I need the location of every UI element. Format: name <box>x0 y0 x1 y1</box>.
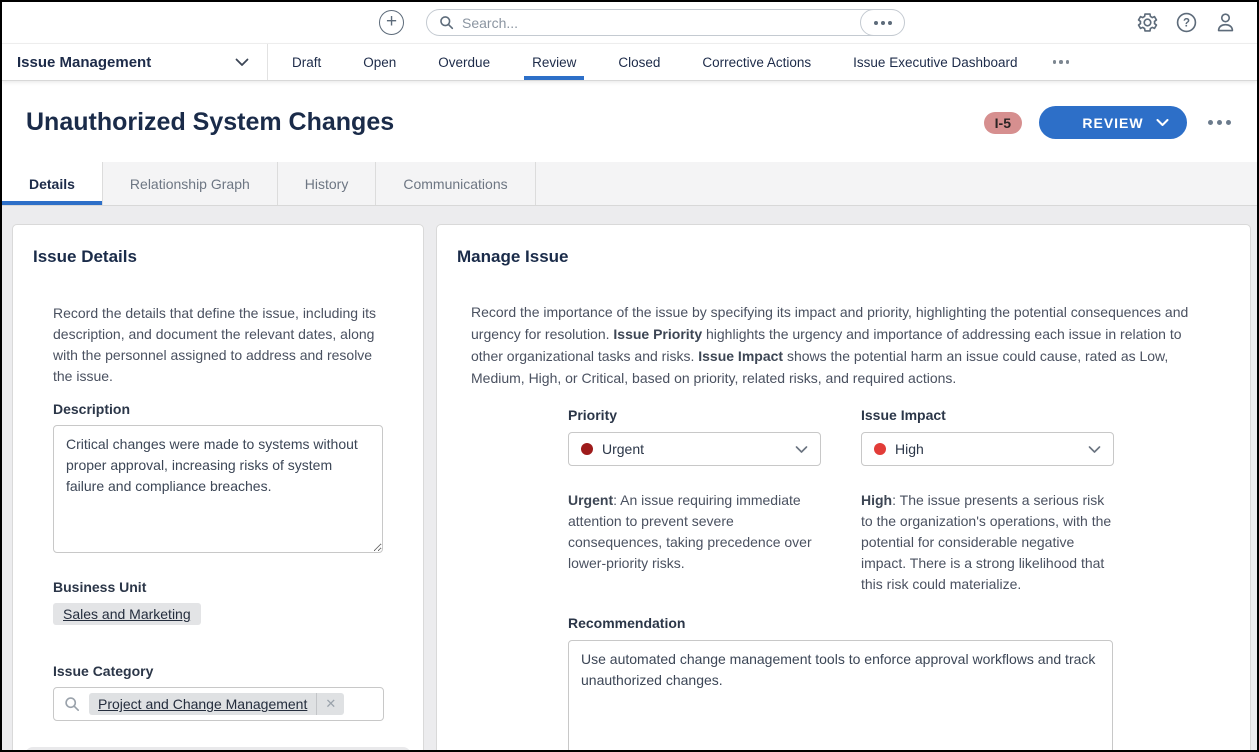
issue-details-intro: Record the details that define the issue… <box>53 305 376 384</box>
nav-tab-corrective-actions[interactable]: Corrective Actions <box>681 44 832 80</box>
app-switcher[interactable]: Issue Management <box>2 44 268 80</box>
issue-category-tag-label[interactable]: Project and Change Management <box>89 693 316 715</box>
priority-help-text: Urgent: An issue requiring immediate att… <box>568 490 821 574</box>
user-account-icon[interactable] <box>1213 10 1237 34</box>
issue-category-tag: Project and Change Management ✕ <box>89 693 345 715</box>
search-icon <box>65 697 79 711</box>
recommendation-label: Recommendation <box>568 615 686 631</box>
svg-text:?: ? <box>1182 17 1189 29</box>
app-name: Issue Management <box>17 53 152 71</box>
top-bar: + ? <box>2 2 1257 43</box>
nav-tab-open[interactable]: Open <box>342 44 417 80</box>
manage-issue-card: Manage Issue Record the importance of th… <box>436 224 1251 750</box>
chevron-down-icon <box>1088 446 1101 453</box>
issue-details-title: Issue Details <box>33 247 137 266</box>
chevron-down-icon <box>795 446 808 453</box>
workflow-state-label: REVIEW <box>1082 114 1144 131</box>
recommendation-textarea[interactable]: Use automated change management tools to… <box>568 640 1113 750</box>
business-unit-label: Business Unit <box>53 579 147 595</box>
help-icon[interactable]: ? <box>1174 10 1198 34</box>
priority-label: Priority <box>568 407 618 423</box>
global-search[interactable] <box>426 9 904 36</box>
nav-tab-draft[interactable]: Draft <box>271 44 342 80</box>
nav-tab-issue-executive-dashboard[interactable]: Issue Executive Dashboard <box>832 44 1038 80</box>
app-nav-bar: Issue Management Draft Open Overdue Revi… <box>2 43 1257 81</box>
description-textarea[interactable]: Critical changes were made to systems wi… <box>53 425 383 553</box>
chevron-down-icon <box>1156 119 1169 126</box>
app-window: + ? <box>0 0 1259 752</box>
nav-tab-closed[interactable]: Closed <box>597 44 681 80</box>
priority-value: Urgent <box>602 441 645 457</box>
remove-tag-icon[interactable]: ✕ <box>316 693 344 715</box>
tab-relationship-graph[interactable]: Relationship Graph <box>103 162 278 205</box>
settings-gear-icon[interactable] <box>1135 10 1159 34</box>
issue-category-label: Issue Category <box>53 663 154 679</box>
search-icon <box>440 16 454 30</box>
topbar-icon-group: ? <box>1135 10 1237 34</box>
business-unit-tag[interactable]: Sales and Marketing <box>53 603 201 625</box>
manage-issue-title: Manage Issue <box>457 247 569 266</box>
description-label: Description <box>53 401 131 417</box>
impact-high-dot-icon <box>874 443 886 455</box>
intro-bold-issue-priority: Issue Priority <box>613 326 703 342</box>
page-header: Unauthorized System Changes I-5 REVIEW <box>2 82 1257 162</box>
detail-tabs: Details Relationship Graph History Commu… <box>2 162 1257 206</box>
workflow-tabs: Draft Open Overdue Review Closed Correct… <box>271 44 1083 80</box>
tab-history[interactable]: History <box>278 162 377 205</box>
nav-tab-review[interactable]: Review <box>511 44 597 80</box>
issue-impact-value: High <box>895 441 924 457</box>
issue-id-badge: I-5 <box>983 111 1022 134</box>
impact-column: Issue Impact High High: The issue presen… <box>861 407 1114 595</box>
issue-impact-label: Issue Impact <box>861 407 946 423</box>
header-actions: I-5 REVIEW <box>983 106 1235 139</box>
priority-column: Priority Urgent Urgent: An issue requiri… <box>568 407 821 595</box>
search-input[interactable] <box>462 14 857 31</box>
content-area: Issue Details Record the details that de… <box>2 206 1257 750</box>
page-title: Unauthorized System Changes <box>26 108 395 136</box>
tab-details[interactable]: Details <box>2 162 103 205</box>
chevron-down-icon <box>235 58 249 66</box>
impact-help-body: : The issue presents a serious risk to t… <box>861 492 1112 592</box>
issue-category-field[interactable]: Project and Change Management ✕ <box>53 687 384 721</box>
manage-issue-intro: Record the importance of the issue by sp… <box>471 301 1213 389</box>
search-options-icon[interactable] <box>860 9 905 36</box>
priority-impact-columns: Priority Urgent Urgent: An issue requiri… <box>568 407 1230 595</box>
workflow-state-button[interactable]: REVIEW <box>1039 106 1187 139</box>
tab-communications[interactable]: Communications <box>376 162 536 205</box>
add-icon[interactable]: + <box>379 10 404 35</box>
priority-urgent-dot-icon <box>581 443 593 455</box>
issue-details-card: Issue Details Record the details that de… <box>12 224 424 750</box>
issue-impact-select[interactable]: High <box>861 432 1114 466</box>
intro-bold-issue-impact: Issue Impact <box>698 348 784 364</box>
priority-select[interactable]: Urgent <box>568 432 821 466</box>
impact-help-term: High <box>861 492 893 508</box>
nav-overflow-icon[interactable] <box>1039 44 1084 80</box>
nav-tab-overdue[interactable]: Overdue <box>417 44 511 80</box>
header-more-icon[interactable] <box>1204 116 1235 129</box>
next-field-partial <box>25 747 411 750</box>
priority-help-term: Urgent <box>568 492 614 508</box>
impact-help-text: High: The issue presents a serious risk … <box>861 490 1114 595</box>
